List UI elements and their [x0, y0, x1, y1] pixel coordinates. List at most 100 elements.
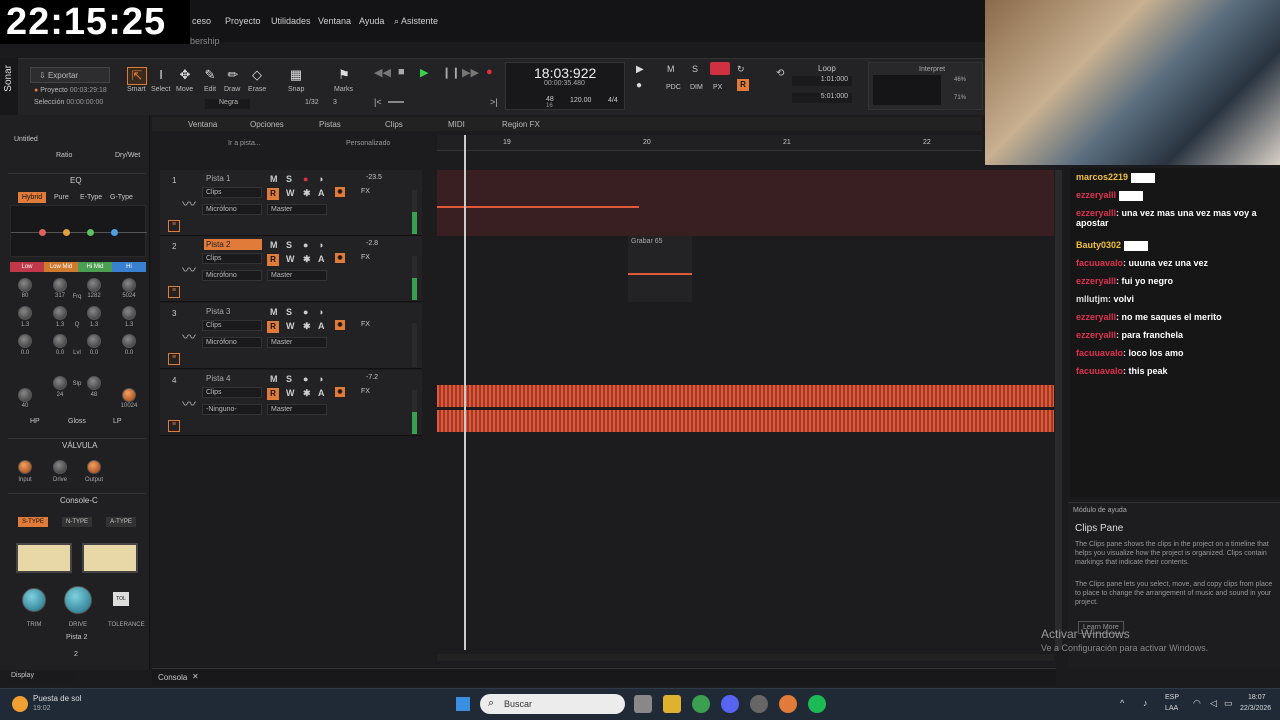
n-type-button[interactable]: N-TYPE [62, 517, 92, 527]
band-lowmid[interactable]: Low Mid [44, 262, 78, 272]
snowflake-icon[interactable]: ✱ [303, 254, 311, 265]
chat-username[interactable]: mllutjm [1076, 294, 1108, 304]
tv-menu-clips[interactable]: Clips [385, 120, 403, 129]
hi-lvl-knob[interactable] [122, 334, 136, 348]
track4-waveform-left[interactable] [437, 385, 1054, 407]
drive-knob[interactable] [53, 460, 67, 474]
track-name[interactable]: Pista 4 [204, 373, 262, 384]
a-type-button[interactable]: A-TYPE [106, 517, 136, 527]
move-tool-icon[interactable]: ✥ [175, 67, 195, 85]
chat-username[interactable]: facuuavalo [1076, 258, 1123, 268]
read-button[interactable]: R [267, 388, 279, 400]
discord-icon[interactable] [721, 695, 739, 713]
eq-mode-pure[interactable]: Pure [54, 194, 69, 201]
sonar-app-icon[interactable] [779, 695, 797, 713]
edit-tool-icon[interactable]: ✎ [200, 67, 220, 85]
fx-label[interactable]: FX [361, 321, 370, 328]
fx-enable-icon[interactable]: ◉ [335, 187, 345, 197]
track-menu-icon[interactable]: ≡ [168, 220, 180, 232]
input-knob[interactable] [18, 460, 32, 474]
menu-asistente[interactable]: ⌕ Asistente [394, 16, 438, 27]
spotify-icon[interactable] [808, 695, 826, 713]
output-select[interactable]: Master [267, 204, 327, 215]
weather-icon[interactable] [12, 696, 28, 712]
tv-menu-opciones[interactable]: Opciones [250, 120, 284, 129]
play-small-icon[interactable]: ▶ [636, 64, 644, 75]
chat-username[interactable]: ezzeryalll [1076, 276, 1116, 286]
output-select[interactable]: Master [267, 270, 327, 281]
tolerance-button[interactable]: TOL [113, 592, 129, 606]
track-volume[interactable]: -7.2 [366, 374, 378, 381]
erase-tool-icon[interactable]: ◇ [247, 67, 267, 85]
output-knob[interactable] [87, 460, 101, 474]
fx-label[interactable]: FX [361, 388, 370, 395]
read-global[interactable]: R [737, 79, 749, 91]
record-arm-icon[interactable]: ● [303, 307, 308, 317]
time-display[interactable]: 18:03:922 00:00:35.480 48 16 120.00 4/4 [505, 62, 625, 110]
read-button[interactable]: R [267, 188, 279, 200]
loop-toggle-icon[interactable]: ⟲ [776, 68, 784, 79]
pdc-button[interactable]: PDC [666, 84, 681, 91]
loop-start[interactable]: 1:01:000 [792, 76, 852, 86]
draw-tool-icon[interactable]: ✏ [223, 67, 243, 85]
input-select[interactable]: Micrófono [202, 270, 262, 281]
menu-ventana[interactable]: Ventana [318, 16, 351, 26]
close-icon[interactable]: ✕ [192, 672, 199, 681]
track-name[interactable]: Pista 2 [204, 239, 262, 250]
track-menu-icon[interactable]: ≡ [168, 286, 180, 298]
chat-username[interactable]: ezzeryalll [1076, 330, 1116, 340]
scrub-slider[interactable] [388, 101, 404, 103]
px-button[interactable]: PX [713, 84, 722, 91]
track-menu-icon[interactable]: ≡ [168, 353, 180, 365]
automation-button[interactable]: A [318, 388, 325, 398]
clips-select[interactable]: Clips [202, 320, 262, 331]
low-frq-knob[interactable] [18, 278, 32, 292]
trim-knob[interactable] [22, 588, 46, 612]
track4-waveform-right[interactable] [437, 410, 1054, 432]
input-echo-icon[interactable]: ◑ [318, 374, 323, 384]
menu-utilidades[interactable]: Utilidades [271, 16, 311, 26]
slope2-knob[interactable] [87, 376, 101, 390]
output-select[interactable]: Master [267, 337, 327, 348]
volume-icon[interactable]: ◁ [1210, 698, 1217, 709]
drive-console-knob[interactable] [64, 586, 92, 614]
solo-button[interactable]: S [286, 374, 292, 384]
input-select[interactable]: -Ninguno- [202, 404, 262, 415]
hp-knob[interactable] [18, 388, 32, 402]
mute-button[interactable]: M [270, 174, 278, 184]
track1-lane[interactable] [437, 170, 1054, 236]
mic-icon[interactable]: ♪ [1143, 698, 1148, 708]
mute-global[interactable]: M [667, 64, 675, 74]
record-arm-icon[interactable]: ● [303, 240, 308, 250]
snowflake-icon[interactable]: ✱ [303, 388, 311, 399]
track-header[interactable]: 1 Pista 1 M S ● ◑ -23.5 〰 Clips R W ✱ A … [160, 170, 422, 236]
menu-proceso[interactable]: ceso [192, 16, 211, 26]
clip-grabar-65[interactable]: Grabar 65 [628, 236, 692, 302]
clips-select[interactable]: Clips [202, 387, 262, 398]
vertical-scrollbar[interactable] [1055, 170, 1062, 650]
eq-graph[interactable] [10, 205, 147, 257]
chat-username[interactable]: ezzeryalll [1076, 190, 1116, 200]
lp-button[interactable]: LP [113, 418, 122, 425]
low-q-knob[interactable] [18, 306, 32, 320]
tempo[interactable]: 120.00 [570, 97, 591, 104]
taskbar-time[interactable]: 18:07 [1248, 694, 1266, 701]
taskview-icon[interactable] [634, 695, 652, 713]
write-button[interactable]: W [286, 388, 295, 398]
chat-username[interactable]: ezzeryalll [1076, 208, 1116, 218]
band-himid[interactable]: Hi Mid [78, 262, 112, 272]
fx-enable-icon[interactable]: ◉ [335, 387, 345, 397]
fx-enable-icon[interactable]: ◉ [335, 320, 345, 330]
solo-button[interactable]: S [286, 174, 292, 184]
tv-menu-pistas[interactable]: Pistas [319, 120, 341, 129]
input-echo-icon[interactable]: ◑ [318, 240, 323, 250]
solo-global[interactable]: S [692, 64, 698, 74]
track-header[interactable]: 2 Pista 2 M S ● ◑ -2.8 〰 Clips R W ✱ A ◉… [160, 236, 422, 302]
snap-value[interactable]: 1/32 [305, 99, 319, 106]
s-type-button[interactable]: S-TYPE [18, 517, 48, 527]
stop-icon[interactable]: ■ [398, 66, 405, 78]
chrome-icon[interactable] [692, 695, 710, 713]
display-select[interactable]: Display [8, 672, 73, 683]
snowflake-icon[interactable]: ✱ [303, 188, 311, 199]
menu-proyecto[interactable]: Proyecto [225, 16, 261, 26]
